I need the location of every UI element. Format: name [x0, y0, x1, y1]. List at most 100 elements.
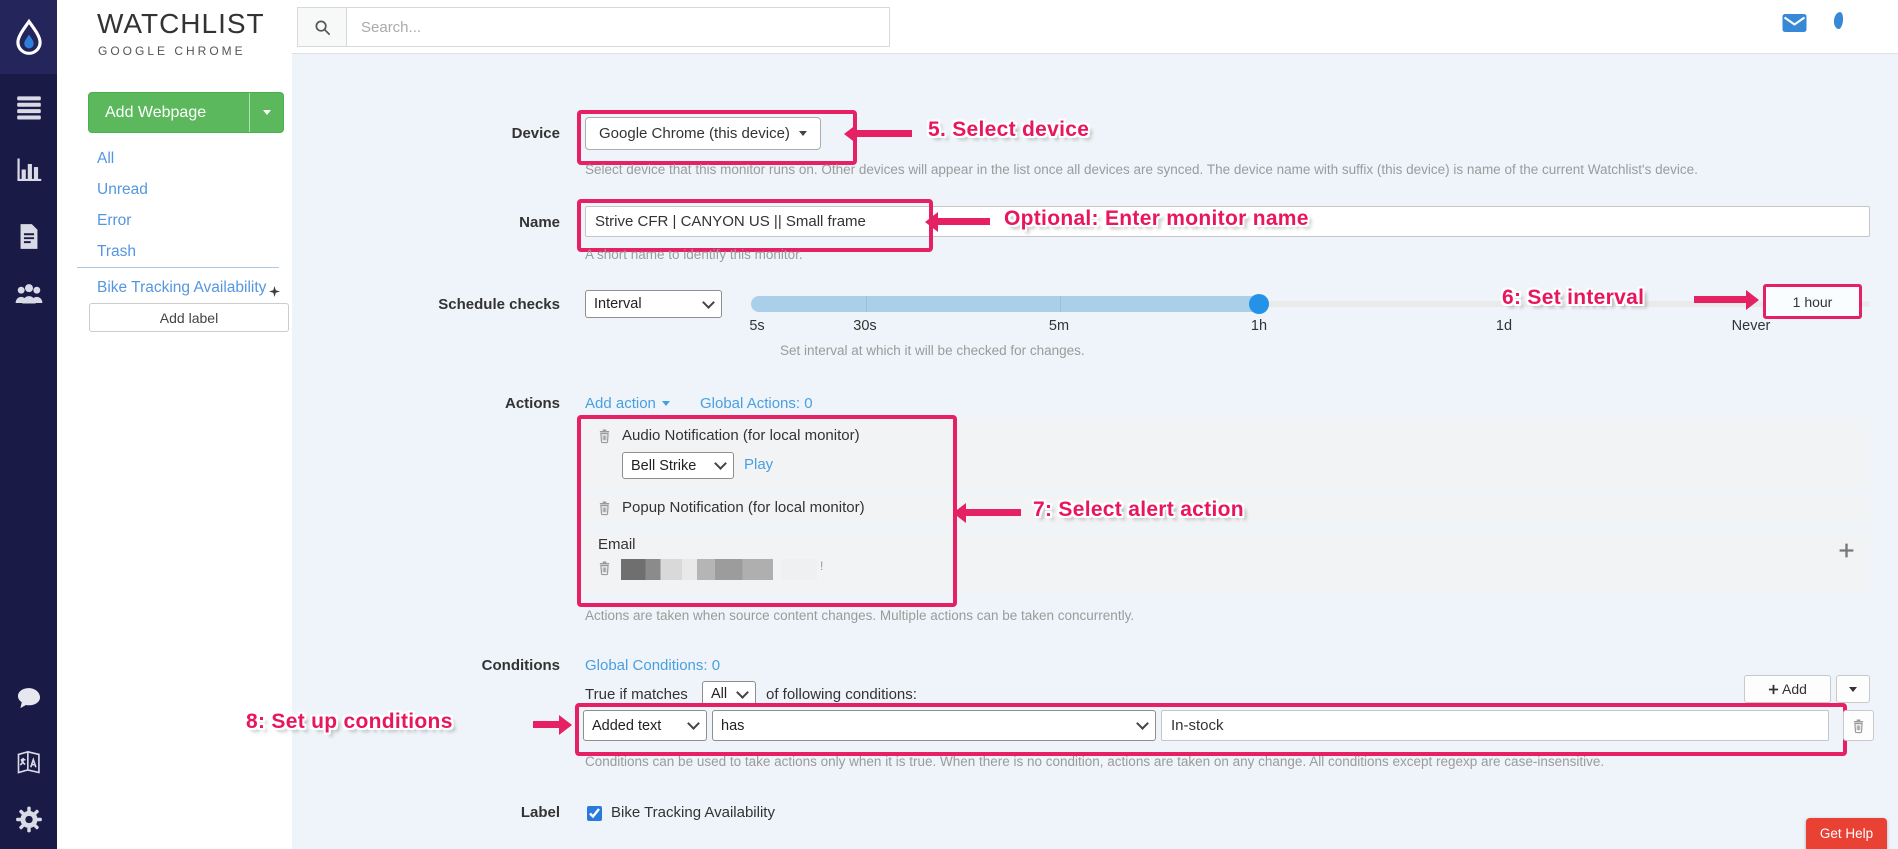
chat-icon[interactable] [15, 686, 42, 711]
match-prefix-text: True if matches [585, 686, 688, 703]
sidebar-item-trash[interactable]: Trash [97, 243, 136, 261]
match-select[interactable]: All [702, 681, 756, 707]
annotation-arrow-name [938, 218, 990, 225]
global-actions-link[interactable]: Global Actions: 0 [700, 395, 813, 412]
sidebar-item-unread[interactable]: Unread [97, 181, 148, 199]
search-group [297, 7, 890, 47]
trash-icon[interactable] [597, 560, 612, 576]
chevron-down-icon [1849, 687, 1857, 692]
chevron-down-icon [799, 131, 807, 136]
sidebar-item-all[interactable]: All [97, 150, 114, 168]
annotation-device: 5. Select device [928, 118, 1089, 142]
annotation-arrow-device [857, 130, 912, 137]
chevron-down-icon [662, 401, 670, 406]
device-label: Device [292, 125, 560, 142]
conditions-label: Conditions [292, 657, 560, 674]
app-subtitle: GOOGLE CHROME [98, 44, 246, 58]
label-checkbox[interactable] [587, 806, 602, 821]
condition-field-select[interactable]: Added text [583, 710, 707, 741]
global-conditions-link[interactable]: Global Conditions: 0 [585, 657, 720, 674]
schedule-label: Schedule checks [292, 296, 560, 313]
envelope-icon[interactable] [1782, 14, 1807, 32]
device-dropdown-value: Google Chrome (this device) [599, 125, 790, 142]
add-webpage-caret[interactable] [249, 93, 283, 132]
chevron-down-icon [263, 110, 271, 115]
annotation-condition: 8: Set up conditions [246, 710, 453, 734]
search-input[interactable] [347, 7, 890, 47]
add-condition-caret-button[interactable] [1836, 675, 1870, 703]
audio-sound-select[interactable]: Bell Strike [622, 452, 734, 479]
play-link[interactable]: Play [744, 456, 773, 473]
annotation-arrow-interval [1694, 296, 1746, 303]
add-condition-label: Add [1782, 681, 1807, 697]
audio-action-title: Audio Notification (for local monitor) [622, 427, 860, 444]
list-icon[interactable] [16, 94, 42, 120]
annotation-interval: 6: Set interval [1502, 286, 1644, 310]
delete-condition-button[interactable] [1843, 710, 1874, 741]
add-action-label: Add action [585, 395, 656, 412]
slider-fill[interactable] [751, 296, 1259, 312]
trash-icon[interactable] [597, 428, 612, 444]
name-label: Name [292, 214, 560, 231]
audio-sound-value: Bell Strike [631, 458, 696, 474]
device-help-text: Select device that this monitor runs on.… [585, 162, 1698, 177]
condition-operator-select[interactable]: has [712, 710, 1156, 741]
gear-icon[interactable] [15, 806, 42, 833]
chevron-down-icon [687, 717, 700, 730]
add-webpage-label[interactable]: Add Webpage [89, 93, 249, 132]
slider-thumb[interactable] [1249, 294, 1269, 314]
schedule-mode-value: Interval [594, 296, 642, 312]
redacted-email [621, 559, 773, 580]
add-webpage-button[interactable]: Add Webpage [88, 92, 284, 133]
tick-30s: 30s [853, 318, 876, 334]
schedule-mode-select[interactable]: Interval [585, 290, 722, 318]
sidebar-divider [77, 267, 279, 268]
annotation-name: Optional: Enter monitor name [1004, 207, 1309, 231]
condition-field-value: Added text [592, 718, 661, 734]
annotation-arrow-condition [533, 721, 559, 728]
search-icon [314, 19, 331, 36]
document-icon[interactable] [16, 223, 41, 250]
tick-5s: 5s [749, 318, 764, 334]
match-suffix-text: of following conditions: [766, 686, 917, 703]
label-row-label: Label [292, 804, 560, 821]
device-dropdown[interactable]: Google Chrome (this device) [585, 117, 821, 150]
distill-logo[interactable] [0, 0, 57, 74]
app-title: WATCHLIST [97, 8, 265, 40]
schedule-caption: Set interval at which it will be checked… [780, 343, 1085, 358]
sidebar-item-error[interactable]: Error [97, 212, 131, 230]
water-drop-icon [10, 18, 48, 56]
actions-label: Actions [292, 395, 560, 412]
add-condition-button[interactable]: Add [1744, 675, 1831, 703]
cursor-star-icon [269, 286, 280, 297]
add-label-button[interactable]: Add label [89, 303, 289, 332]
match-select-value: All [711, 686, 727, 702]
watchlist-app: WATCHLIST GOOGLE CHROME Add Webpage All … [0, 0, 1898, 849]
bar-chart-icon[interactable] [15, 156, 42, 183]
sidebar-item-label-filter[interactable]: Bike Tracking Availability [97, 279, 266, 297]
tick-never: Never [1732, 318, 1771, 334]
trash-icon [1851, 718, 1866, 734]
translate-icon[interactable] [15, 749, 43, 775]
annotation-arrow-actions [966, 509, 1021, 516]
tick-1h: 1h [1251, 318, 1267, 334]
slider-tick [1060, 296, 1061, 312]
trash-icon[interactable] [597, 500, 612, 516]
label-checkbox-text: Bike Tracking Availability [611, 804, 775, 821]
chevron-down-icon [1136, 717, 1149, 730]
tick-5m: 5m [1049, 318, 1069, 334]
popup-action-title: Popup Notification (for local monitor) [622, 499, 865, 516]
search-button[interactable] [297, 7, 347, 47]
people-icon[interactable] [14, 281, 43, 306]
add-action-link[interactable]: Add action [585, 395, 670, 412]
chevron-down-icon [736, 686, 749, 699]
condition-value-input[interactable] [1161, 710, 1829, 741]
add-email-plus-icon[interactable] [1838, 542, 1855, 559]
actions-caption: Actions are taken when source content ch… [585, 608, 1134, 623]
slider-tick [866, 296, 867, 312]
annotation-interval-value: 1 hour [1763, 284, 1862, 319]
get-help-button[interactable]: Get Help [1806, 818, 1887, 849]
conditions-caption: Conditions can be used to take actions o… [585, 754, 1604, 769]
chevron-down-icon [714, 457, 727, 470]
redacted-email-tail [781, 559, 817, 580]
